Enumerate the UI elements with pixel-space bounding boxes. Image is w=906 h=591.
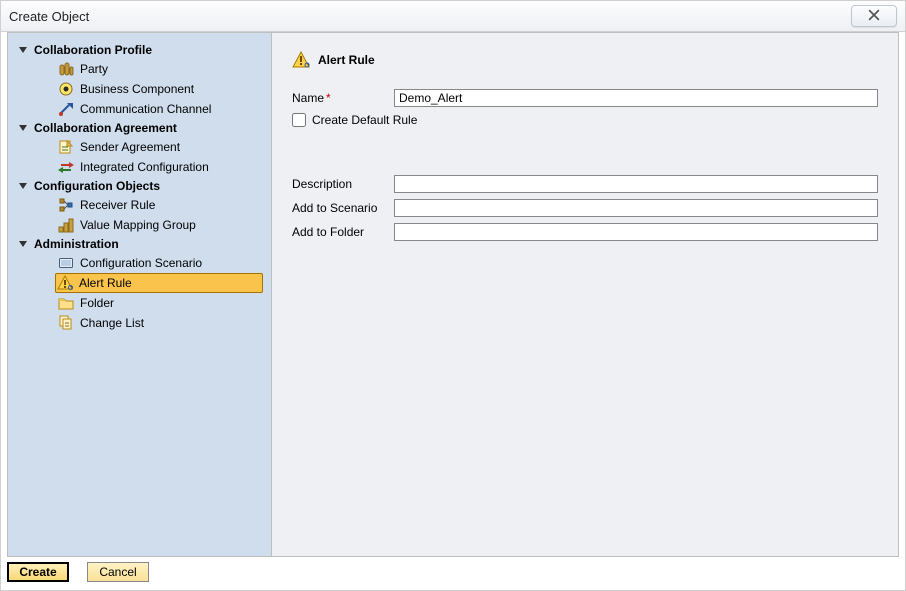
window-title: Create Object xyxy=(9,9,89,24)
chevron-down-icon xyxy=(18,45,28,55)
folder-icon xyxy=(58,295,74,311)
tree-item-sender-agreement[interactable]: Sender Agreement xyxy=(56,137,263,157)
tree-item-folder[interactable]: Folder xyxy=(56,293,263,313)
row-name: Name* xyxy=(292,89,878,107)
tree-item-communication-channel[interactable]: Communication Channel xyxy=(56,99,263,119)
tree-header-administration[interactable]: Administration xyxy=(18,235,263,253)
name-input[interactable] xyxy=(394,89,878,107)
chevron-down-icon xyxy=(18,123,28,133)
tree-item-change-list[interactable]: Change List xyxy=(56,313,263,333)
create-object-dialog: Create Object Collaboration Profile xyxy=(0,0,906,591)
change-list-icon xyxy=(58,315,74,331)
label-create-default: Create Default Rule xyxy=(312,113,417,127)
communication-channel-icon xyxy=(58,101,74,117)
tree-header-label: Collaboration Agreement xyxy=(34,121,177,135)
label-add-to-folder: Add to Folder xyxy=(292,225,394,239)
label-description: Description xyxy=(292,177,394,191)
tree-header-label: Administration xyxy=(34,237,119,251)
tree-item-label: Party xyxy=(80,62,108,76)
tree-section-collaboration-profile: Collaboration Profile Party Business Com… xyxy=(18,41,263,119)
tree-item-label: Integrated Configuration xyxy=(80,160,209,174)
row-add-to-folder: Add to Folder xyxy=(292,223,878,241)
integrated-configuration-icon xyxy=(58,159,74,175)
sender-agreement-icon xyxy=(58,139,74,155)
create-default-checkbox[interactable] xyxy=(292,113,306,127)
tree-item-integrated-configuration[interactable]: Integrated Configuration xyxy=(56,157,263,177)
row-add-to-scenario: Add to Scenario xyxy=(292,199,878,217)
configuration-scenario-icon xyxy=(58,255,74,271)
description-input[interactable] xyxy=(394,175,878,193)
tree-header-label: Configuration Objects xyxy=(34,179,160,193)
row-create-default: Create Default Rule xyxy=(292,113,878,127)
tree-item-label: Receiver Rule xyxy=(80,198,155,212)
add-to-scenario-input[interactable] xyxy=(394,199,878,217)
panel-heading: Alert Rule xyxy=(292,49,878,89)
value-mapping-group-icon xyxy=(58,217,74,233)
tree-item-label: Change List xyxy=(80,316,144,330)
tree-item-party[interactable]: Party xyxy=(56,59,263,79)
close-icon xyxy=(867,8,881,25)
tree-item-label: Sender Agreement xyxy=(80,140,180,154)
receiver-rule-icon xyxy=(58,197,74,213)
tree-section-administration: Administration Configuration Scenario Al… xyxy=(18,235,263,333)
add-to-folder-input[interactable] xyxy=(394,223,878,241)
close-button[interactable] xyxy=(851,5,897,27)
tree-item-label: Alert Rule xyxy=(79,276,132,290)
tree-section-configuration-objects: Configuration Objects Receiver Rule Valu… xyxy=(18,177,263,235)
tree-item-configuration-scenario[interactable]: Configuration Scenario xyxy=(56,253,263,273)
titlebar: Create Object xyxy=(1,1,905,32)
party-icon xyxy=(58,61,74,77)
alert-rule-icon xyxy=(292,51,310,69)
footer: Create Cancel xyxy=(7,559,899,584)
sidebar: Collaboration Profile Party Business Com… xyxy=(8,33,272,556)
tree-item-label: Value Mapping Group xyxy=(80,218,196,232)
required-asterisk-icon: * xyxy=(326,91,331,105)
tree-item-label: Communication Channel xyxy=(80,102,211,116)
chevron-down-icon xyxy=(18,239,28,249)
tree-item-label: Business Component xyxy=(80,82,194,96)
alert-rule-icon xyxy=(57,275,73,291)
cancel-button[interactable]: Cancel xyxy=(87,562,149,582)
tree-item-business-component[interactable]: Business Component xyxy=(56,79,263,99)
tree-header-collaboration-agreement[interactable]: Collaboration Agreement xyxy=(18,119,263,137)
tree-header-label: Collaboration Profile xyxy=(34,43,152,57)
business-component-icon xyxy=(58,81,74,97)
tree-header-configuration-objects[interactable]: Configuration Objects xyxy=(18,177,263,195)
tree-header-collaboration-profile[interactable]: Collaboration Profile xyxy=(18,41,263,59)
row-description: Description xyxy=(292,175,878,193)
chevron-down-icon xyxy=(18,181,28,191)
label-add-to-scenario: Add to Scenario xyxy=(292,201,394,215)
label-name: Name* xyxy=(292,91,394,105)
panel-heading-label: Alert Rule xyxy=(318,53,375,67)
tree-item-receiver-rule[interactable]: Receiver Rule xyxy=(56,195,263,215)
tree-item-alert-rule[interactable]: Alert Rule xyxy=(55,273,263,293)
tree-item-value-mapping-group[interactable]: Value Mapping Group xyxy=(56,215,263,235)
tree-item-label: Folder xyxy=(80,296,114,310)
main-panel: Alert Rule Name* Create Default Rule Des… xyxy=(272,33,898,556)
tree-section-collaboration-agreement: Collaboration Agreement Sender Agreement… xyxy=(18,119,263,177)
tree-item-label: Configuration Scenario xyxy=(80,256,202,270)
dialog-body: Collaboration Profile Party Business Com… xyxy=(7,32,899,557)
create-button[interactable]: Create xyxy=(7,562,69,582)
